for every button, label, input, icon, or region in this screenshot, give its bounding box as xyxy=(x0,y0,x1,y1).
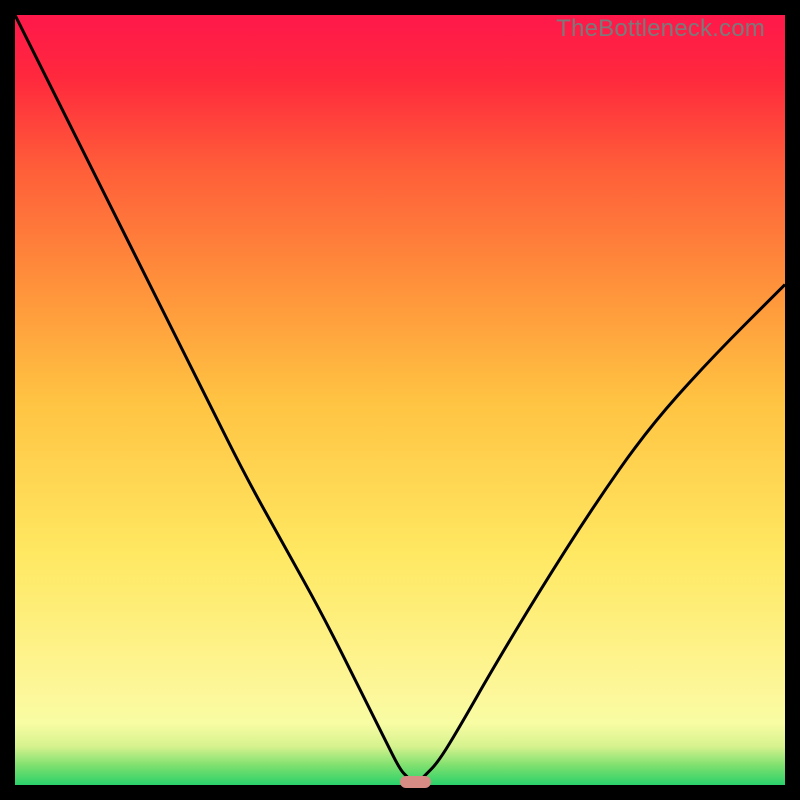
curve-svg xyxy=(15,15,785,785)
bottleneck-curve xyxy=(15,15,785,783)
optimal-marker xyxy=(400,776,431,788)
plot-area: TheBottleneck.com xyxy=(15,15,785,785)
chart-frame: TheBottleneck.com xyxy=(0,0,800,800)
